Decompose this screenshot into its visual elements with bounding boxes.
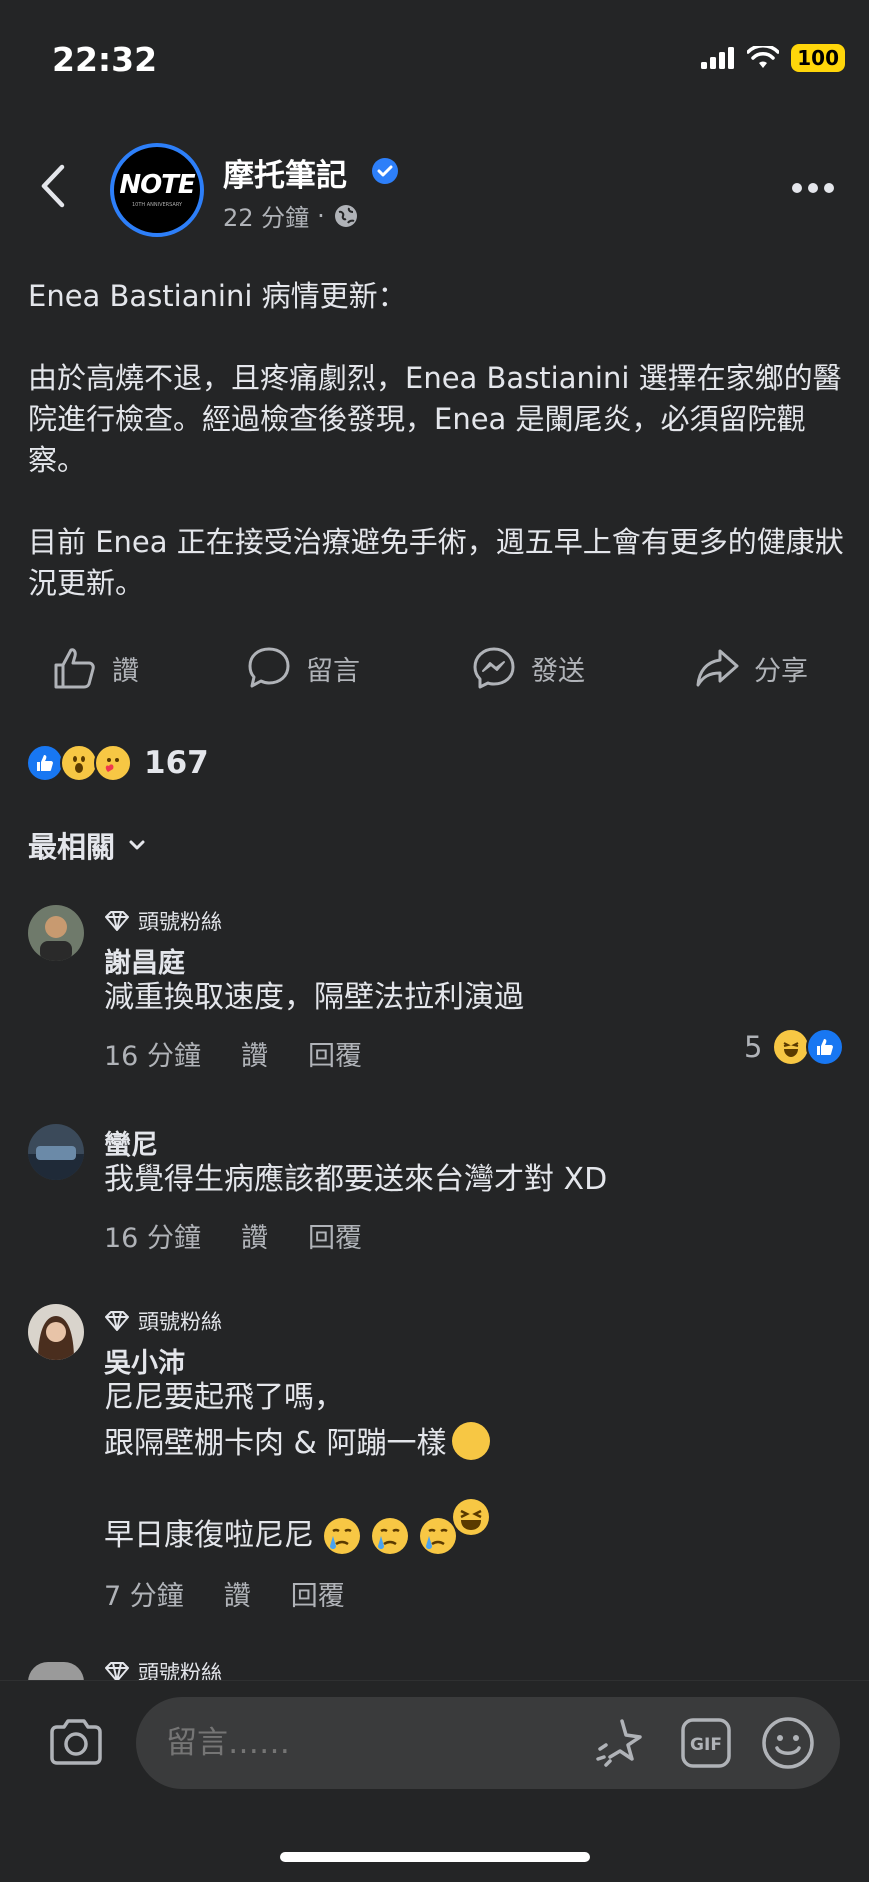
grinning-squint-emoji [452, 1422, 491, 1535]
comment-reply-button[interactable]: 回覆 [308, 1216, 362, 1255]
badge-label: 頭號粉絲 [138, 910, 222, 934]
gif-label: GIF [690, 1735, 722, 1755]
status-time: 22:32 [52, 40, 158, 79]
post-meta: 22 分鐘 · [223, 198, 359, 233]
laughing-reaction-icon [772, 1028, 811, 1066]
cellular-signal-icon [701, 47, 735, 69]
send-button[interactable]: 發送 [471, 645, 585, 691]
comment-like-button[interactable]: 讚 [241, 1216, 268, 1255]
comment-time: 7 分鐘 [104, 1581, 184, 1612]
avatar-subtext: 10TH ANNIVERSARY [131, 202, 183, 208]
thumbs-up-icon [54, 648, 95, 689]
share-arrow-icon [696, 649, 739, 687]
comment-text: 我覺得生病應該都要送來台灣才對 XD [104, 1162, 608, 1197]
home-indicator [280, 1852, 590, 1862]
comment-bubble-icon [248, 647, 290, 688]
comment-like-button[interactable]: 讚 [241, 1034, 268, 1073]
comment-meta: 16 分鐘 讚 回覆 [104, 1216, 362, 1255]
gif-icon: GIF [681, 1718, 731, 1768]
smiley-icon [762, 1717, 814, 1769]
chevron-down-icon [129, 840, 145, 850]
comment-reply-button[interactable]: 回覆 [291, 1574, 345, 1613]
meta-separator: · [317, 201, 325, 230]
chevron-left-icon [41, 164, 65, 208]
send-label: 發送 [531, 655, 585, 687]
comment-time: 16 分鐘 [104, 1041, 201, 1072]
reaction-summary[interactable]: 167 [26, 744, 209, 782]
like-button[interactable]: 讚 [52, 645, 139, 691]
comment-button[interactable]: 留言 [246, 645, 360, 691]
comment-meta: 16 分鐘 讚 回覆 [104, 1034, 362, 1073]
globe-icon [333, 203, 359, 229]
comment-avatar[interactable] [28, 1124, 84, 1180]
comment-line-text: 早日康復啦尼尼 [104, 1518, 314, 1553]
comment-avatar[interactable] [28, 1304, 84, 1360]
like-reaction-icon [806, 1028, 845, 1066]
comment-text-line: 尼尼要起飛了嗎， [104, 1380, 344, 1415]
comment-reply-button[interactable]: 回覆 [308, 1034, 362, 1073]
wifi-icon [747, 46, 780, 70]
comment-label: 留言 [306, 655, 360, 687]
share-button[interactable]: 分享 [694, 645, 808, 691]
more-options-button[interactable] [791, 182, 835, 194]
comment-avatar[interactable] [28, 905, 84, 961]
page-avatar[interactable]: NOTE 10TH ANNIVERSARY [110, 143, 204, 237]
crying-face-emoji [370, 1516, 410, 1556]
comment-time: 16 分鐘 [104, 1223, 201, 1254]
verified-badge-icon [370, 156, 400, 186]
camera-button[interactable] [48, 1718, 104, 1766]
post-time: 22 分鐘 [223, 204, 310, 232]
comment-reaction-count: 5 [744, 1030, 763, 1064]
top-fan-badge: 頭號粉絲 [104, 1306, 222, 1336]
crying-face-emoji [322, 1516, 362, 1556]
more-horizontal-icon [792, 183, 834, 193]
reaction-count: 167 [144, 745, 209, 781]
comment-line-text: 跟隔壁棚卡肉 & 阿蹦一樣 [104, 1426, 447, 1461]
page-name[interactable]: 摩托筆記 [223, 150, 347, 195]
comment-meta: 7 分鐘 讚 回覆 [104, 1574, 345, 1613]
comment-text-line: 早日康復啦尼尼 [104, 1513, 458, 1559]
diamond-icon [105, 1311, 129, 1331]
comment-text-line: 跟隔壁棚卡肉 & 阿蹦一樣 [104, 1421, 491, 1535]
comment-sort-dropdown[interactable]: 最相關 [28, 824, 145, 866]
wow-reaction-icon [60, 744, 98, 782]
like-reaction-icon [26, 744, 64, 782]
comment-input[interactable] [136, 1697, 840, 1789]
diamond-icon [105, 911, 129, 931]
gif-button[interactable]: GIF [680, 1717, 732, 1769]
sort-label: 最相關 [28, 830, 116, 864]
badge-label: 頭號粉絲 [138, 1310, 222, 1334]
avatar-sticker-button[interactable] [592, 1715, 648, 1771]
comment-reactions[interactable]: 5 [744, 1028, 845, 1066]
comment-avatar[interactable] [28, 1662, 84, 1682]
comment-like-button[interactable]: 讚 [224, 1574, 251, 1613]
share-label: 分享 [754, 655, 808, 687]
battery-indicator: 100 [791, 44, 845, 72]
top-fan-badge: 頭號粉絲 [104, 906, 222, 936]
post-text: Enea Bastianini 病情更新： 由於高燒不退，且疼痛劇烈，Enea … [28, 279, 844, 600]
crying-face-emoji [418, 1516, 458, 1556]
camera-icon [50, 1719, 102, 1765]
comment-text: 減重換取速度，隔壁法拉利演過 [104, 980, 524, 1015]
diamond-icon [105, 1662, 129, 1682]
back-button[interactable] [38, 163, 66, 209]
badge-label: 頭號粉絲 [138, 1662, 222, 1682]
top-fan-badge: 頭號粉絲 [104, 1662, 222, 1682]
emoji-button[interactable] [761, 1716, 815, 1770]
avatar-logo: NOTE [119, 170, 195, 200]
status-icons: 100 [701, 44, 845, 72]
like-label: 讚 [112, 655, 139, 687]
care-reaction-icon [94, 744, 132, 782]
sparkle-sticker-icon [596, 1719, 642, 1767]
messenger-icon [473, 647, 515, 689]
